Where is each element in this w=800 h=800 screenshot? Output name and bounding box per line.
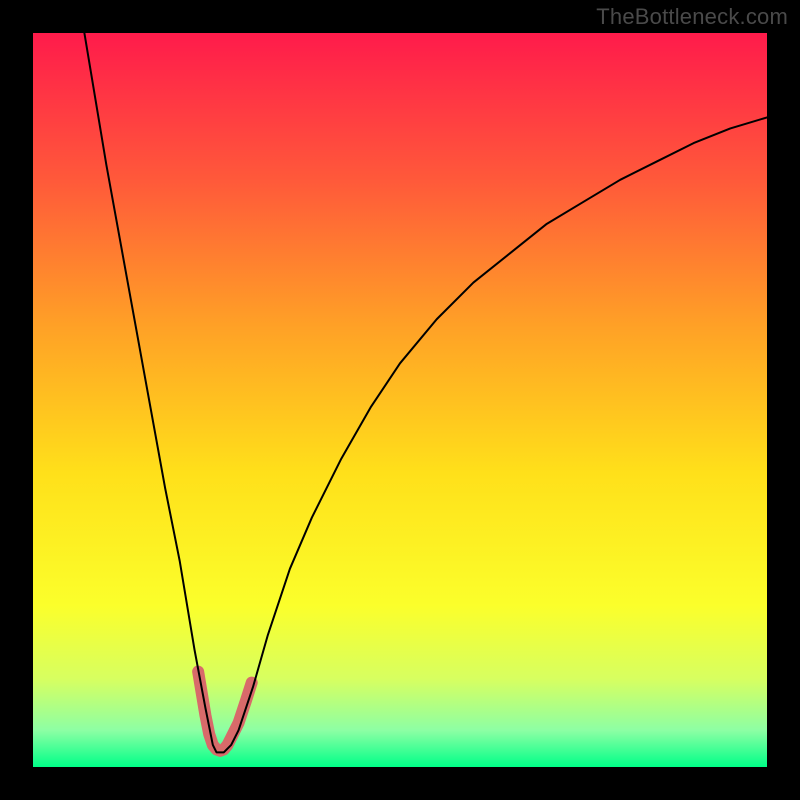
heat-gradient <box>33 33 767 767</box>
plot-area <box>33 33 767 767</box>
chart-svg <box>33 33 767 767</box>
watermark-text: TheBottleneck.com <box>596 4 788 30</box>
chart-frame: TheBottleneck.com <box>0 0 800 800</box>
